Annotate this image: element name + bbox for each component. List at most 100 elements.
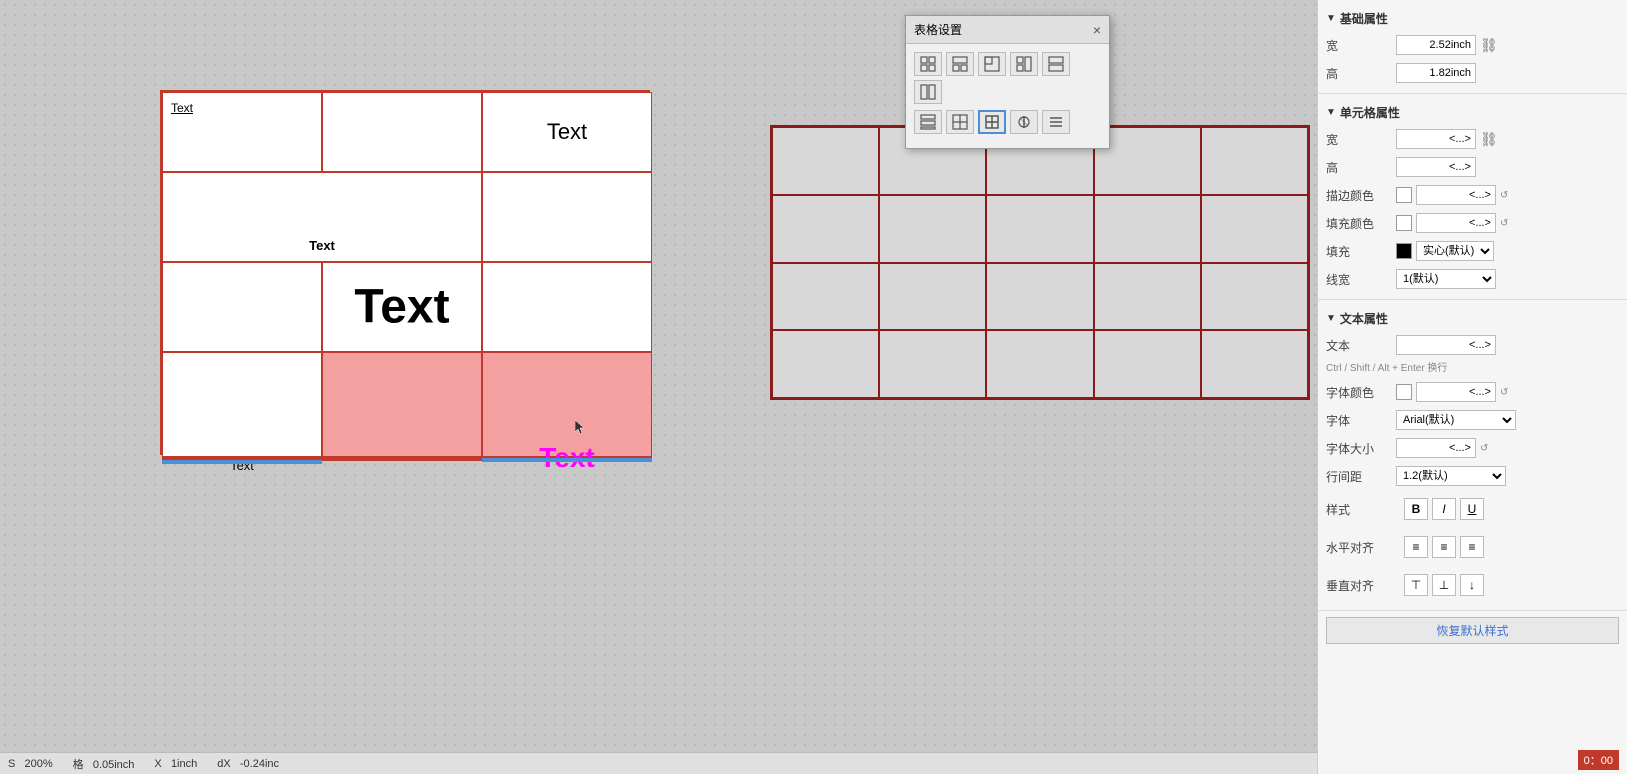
fill-type-row: 填充 实心(默认) — [1318, 237, 1627, 265]
table-row[interactable] — [1094, 330, 1201, 398]
border-color-input[interactable] — [1416, 185, 1496, 205]
table-row[interactable]: Text — [482, 92, 652, 172]
icon-btn-6[interactable] — [914, 80, 942, 104]
bold-button[interactable]: B — [1404, 498, 1428, 520]
fill-type-select[interactable]: 实心(默认) — [1416, 241, 1494, 261]
dialog-close-button[interactable]: × — [1093, 22, 1101, 38]
dialog-title-bar: 表格设置 × — [906, 16, 1109, 44]
basic-props-header[interactable]: 基础属性 — [1318, 6, 1627, 31]
linewidth-label: 线宽 — [1326, 271, 1396, 288]
icon-btn-5[interactable] — [1042, 52, 1070, 76]
valign-label: 垂直对齐 — [1326, 577, 1396, 594]
table-row[interactable] — [482, 262, 652, 352]
table-row[interactable] — [879, 330, 986, 398]
halign-center-button[interactable]: ≡ — [1432, 536, 1456, 558]
underline-button[interactable]: U — [1460, 498, 1484, 520]
italic-button[interactable]: I — [1432, 498, 1456, 520]
style-row: 样式 B I U — [1318, 490, 1627, 528]
fill-color-row: 填充颜色 ↺ — [1318, 209, 1627, 237]
icon-btn-8[interactable] — [946, 110, 974, 134]
table-row[interactable] — [322, 92, 482, 172]
table-row[interactable] — [1094, 195, 1201, 263]
font-color-input[interactable] — [1416, 382, 1496, 402]
table-row[interactable] — [1094, 263, 1201, 331]
height-value-container — [1396, 63, 1619, 83]
table-row[interactable] — [772, 127, 879, 195]
font-color-refresh[interactable]: ↺ — [1500, 387, 1508, 398]
cell-width-input[interactable] — [1396, 129, 1476, 149]
line-spacing-select[interactable]: 1.2(默认) — [1396, 466, 1506, 486]
icon-btn-10[interactable] — [1010, 110, 1038, 134]
table-row[interactable] — [162, 461, 322, 463]
fill-type-label: 填充 — [1326, 243, 1396, 260]
fill-color-input[interactable] — [1416, 213, 1496, 233]
table-row[interactable] — [879, 263, 986, 331]
restore-default-button[interactable]: 恢复默认样式 — [1326, 617, 1619, 644]
fill-refresh-icon[interactable]: ↺ — [1500, 218, 1508, 229]
icon-btn-1[interactable] — [914, 52, 942, 76]
valign-top-button[interactable]: ⊤ — [1404, 574, 1428, 596]
table-row[interactable] — [482, 172, 652, 262]
text-input[interactable] — [1396, 335, 1496, 355]
table-row[interactable] — [1201, 330, 1308, 398]
cell-props-header[interactable]: 单元格属性 — [1318, 100, 1627, 125]
border-color-swatch[interactable] — [1396, 187, 1412, 203]
width-input[interactable] — [1396, 35, 1476, 55]
linewidth-value: 1(默认) — [1396, 269, 1619, 289]
table-row[interactable] — [322, 352, 482, 457]
valign-bottom-button[interactable]: ↓ — [1460, 574, 1484, 596]
icon-btn-7[interactable] — [914, 110, 942, 134]
table-row[interactable] — [322, 459, 482, 461]
halign-left-button[interactable]: ≡ — [1404, 536, 1428, 558]
valign-middle-button[interactable]: ⊥ — [1432, 574, 1456, 596]
text-label: 文本 — [1326, 337, 1396, 354]
font-size-refresh[interactable]: ↺ — [1480, 443, 1488, 454]
dialog-body — [906, 44, 1109, 148]
table-row[interactable] — [986, 195, 1093, 263]
font-color-swatch[interactable] — [1396, 384, 1412, 400]
halign-row: 水平对齐 ≡ ≡ ≡ — [1318, 528, 1627, 566]
table-row[interactable]: Text — [162, 92, 322, 172]
text-props-header[interactable]: 文本属性 — [1318, 306, 1627, 331]
table-row[interactable] — [772, 330, 879, 398]
table-row[interactable] — [772, 263, 879, 331]
line-spacing-row: 行间距 1.2(默认) — [1318, 462, 1627, 490]
table-settings-dialog: 表格设置 × — [905, 15, 1110, 149]
font-size-label: 字体大小 — [1326, 440, 1396, 457]
table-row[interactable]: Text — [322, 262, 482, 352]
scale-label: S 200% — [8, 758, 53, 770]
table-row[interactable] — [162, 352, 322, 457]
cursor — [575, 420, 585, 430]
icon-btn-9[interactable] — [978, 110, 1006, 134]
table-row[interactable] — [482, 459, 652, 461]
time-display: 0：00 — [1578, 750, 1619, 770]
cell-height-input[interactable] — [1396, 157, 1476, 177]
fill-color-label: 填充颜色 — [1326, 215, 1396, 232]
cell-text: Text — [309, 238, 335, 253]
icon-btn-4[interactable] — [1010, 52, 1038, 76]
linewidth-select[interactable]: 1(默认) — [1396, 269, 1496, 289]
table-row[interactable]: Text — [162, 172, 482, 262]
height-input[interactable] — [1396, 63, 1476, 83]
table-row[interactable] — [1201, 127, 1308, 195]
font-family-select[interactable]: Arial(默认) — [1396, 410, 1516, 430]
refresh-icon[interactable]: ↺ — [1500, 190, 1508, 201]
table-row[interactable] — [986, 330, 1093, 398]
icon-btn-2[interactable] — [946, 52, 974, 76]
cell-width-row: 宽 ⛓ — [1318, 125, 1627, 153]
font-size-input[interactable] — [1396, 438, 1476, 458]
table-row[interactable] — [879, 195, 986, 263]
icon-btn-3[interactable] — [978, 52, 1006, 76]
cell-width-value: ⛓ — [1396, 129, 1619, 149]
fill-color-swatch[interactable] — [1396, 215, 1412, 231]
table-row[interactable] — [162, 262, 322, 352]
halign-right-button[interactable]: ≡ — [1460, 536, 1484, 558]
table1: Text Text Text Text Text — [160, 90, 650, 455]
icon-btn-11[interactable] — [1042, 110, 1070, 134]
table-row[interactable] — [772, 195, 879, 263]
table-row[interactable] — [1201, 195, 1308, 263]
cell-width-label: 宽 — [1326, 131, 1396, 148]
table-row[interactable] — [1201, 263, 1308, 331]
halign-label: 水平对齐 — [1326, 539, 1396, 556]
table-row[interactable] — [986, 263, 1093, 331]
